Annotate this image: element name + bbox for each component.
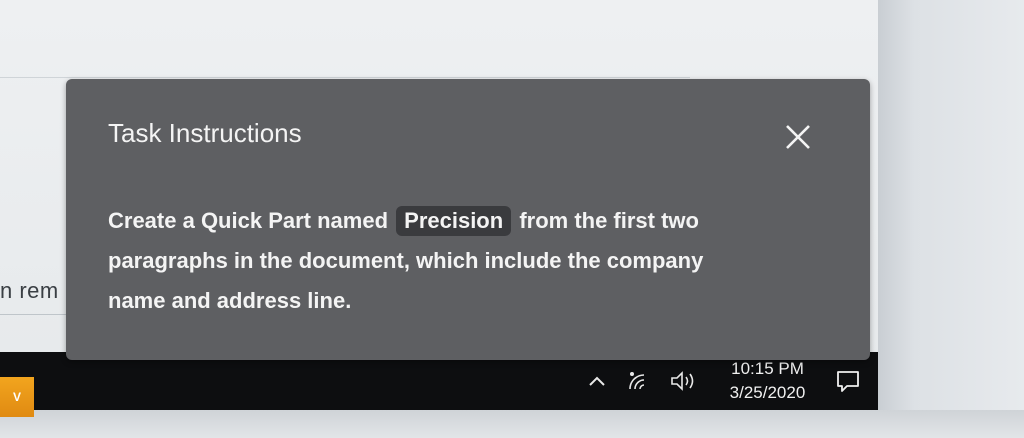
document-divider xyxy=(0,77,690,78)
document-text-fragment: n rem xyxy=(0,278,59,303)
notification-icon[interactable] xyxy=(828,352,868,410)
instruction-line3: name and address line. xyxy=(108,288,352,313)
instruction-line1-after: from the first two xyxy=(519,208,699,233)
taskbar-app-button[interactable]: V xyxy=(0,377,34,417)
task-instructions-popup: Task Instructions Create a Quick Part na… xyxy=(66,79,870,360)
screen: n rem V 10:15 PM 3/25/2020 Task Instruct… xyxy=(0,0,1024,438)
document-underline xyxy=(0,314,66,315)
task-instructions-text: Create a Quick Part named Precision from… xyxy=(108,201,828,321)
taskbar-clock[interactable]: 10:15 PM 3/25/2020 xyxy=(710,352,825,410)
instruction-line2: paragraphs in the document, which includ… xyxy=(108,248,704,273)
clock-date: 3/25/2020 xyxy=(729,383,806,402)
instruction-before: Create a Quick Part named xyxy=(108,208,389,233)
chevron-up-icon[interactable] xyxy=(582,352,612,410)
monitor-bezel-bottom xyxy=(0,410,1024,438)
quick-part-name-highlight: Precision xyxy=(396,206,512,236)
volume-icon[interactable] xyxy=(664,352,704,410)
wifi-icon[interactable] xyxy=(622,352,658,410)
clock-time: 10:15 PM xyxy=(731,359,804,378)
monitor-bezel xyxy=(878,0,1024,438)
close-icon[interactable] xyxy=(778,117,818,157)
popup-title: Task Instructions xyxy=(108,118,302,148)
